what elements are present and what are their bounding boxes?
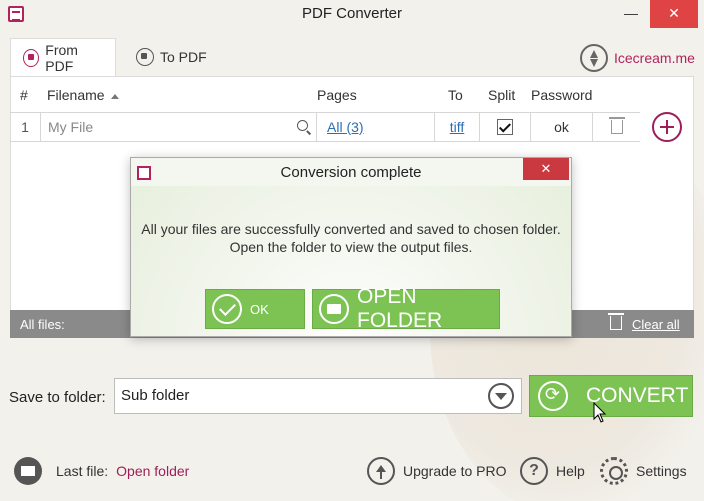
open-folder-label: OPEN FOLDER xyxy=(357,285,443,332)
header-filename-label: Filename xyxy=(47,87,105,103)
split-checkbox[interactable] xyxy=(497,119,513,135)
dialog-title-bar: Conversion complete ✕ xyxy=(131,158,571,186)
row-num: 1 xyxy=(21,119,29,135)
dialog-message: All your files are successfully converte… xyxy=(131,220,571,256)
close-button[interactable]: ✕ xyxy=(650,0,698,28)
from-pdf-icon xyxy=(23,48,40,67)
tab-to-pdf-label: To PDF xyxy=(160,49,207,65)
brand-label: Icecream.me xyxy=(614,50,695,66)
gear-icon xyxy=(600,457,628,485)
settings-label: Settings xyxy=(636,463,687,479)
all-files-label: All files: xyxy=(20,317,65,332)
open-folder-button[interactable]: OPEN FOLDER xyxy=(312,285,500,332)
save-folder-value: Sub folder xyxy=(121,387,190,404)
delete-cell xyxy=(592,113,640,141)
tab-to-pdf[interactable]: To PDF xyxy=(124,38,220,76)
upgrade-button[interactable]: Upgrade to PRO xyxy=(367,456,507,486)
upgrade-arrow-icon xyxy=(367,457,395,485)
last-file-group: Last file: Open folder xyxy=(14,456,189,486)
search-icon[interactable] xyxy=(297,120,308,131)
trash-icon[interactable] xyxy=(608,117,625,134)
header-split: Split xyxy=(488,87,516,103)
folder-icon xyxy=(319,294,349,324)
brand-link[interactable]: Icecream.me xyxy=(580,42,695,74)
sort-up-icon xyxy=(110,93,119,99)
split-cell xyxy=(479,113,530,141)
header-password: Password xyxy=(531,87,593,103)
filename-placeholder: My File xyxy=(48,119,94,135)
header-filename[interactable]: Filename xyxy=(47,87,119,103)
title-bar: PDF Converter — ✕ xyxy=(0,0,704,30)
refresh-icon xyxy=(538,381,568,411)
tab-from-pdf[interactable]: From PDF xyxy=(10,38,116,76)
folder-icon[interactable] xyxy=(14,457,42,485)
filename-input[interactable]: My File xyxy=(40,113,316,141)
password-cell[interactable]: ok xyxy=(530,113,592,141)
last-file-label: Last file: xyxy=(56,463,109,479)
save-to-folder-label: Save to folder: xyxy=(9,389,106,406)
dialog-message-line-2: Open the folder to view the output files… xyxy=(229,239,473,255)
clear-all-link[interactable]: Clear all xyxy=(632,317,680,332)
header-pages: Pages xyxy=(317,87,357,103)
upgrade-label: Upgrade to PRO xyxy=(403,463,507,479)
settings-button[interactable]: Settings xyxy=(600,456,687,486)
dialog-close-button[interactable]: ✕ xyxy=(523,158,569,180)
dialog-message-line-1: All your files are successfully converte… xyxy=(141,221,561,237)
minimize-button[interactable]: — xyxy=(608,0,654,28)
dialog-title: Conversion complete xyxy=(280,164,422,181)
add-file-button[interactable] xyxy=(652,112,682,142)
icecream-logo-icon xyxy=(580,44,608,72)
tab-from-pdf-label: From PDF xyxy=(45,41,78,74)
ok-label: OK xyxy=(250,301,269,317)
conversion-complete-dialog: Conversion complete ✕ All your files are… xyxy=(130,157,572,337)
table-header: # Filename Pages To Split Password xyxy=(10,84,640,110)
help-button[interactable]: Help xyxy=(520,456,585,486)
window-title: PDF Converter xyxy=(301,5,403,22)
ok-button[interactable]: OK xyxy=(205,289,305,329)
help-icon xyxy=(520,457,548,485)
chevron-down-icon[interactable] xyxy=(488,383,514,409)
to-cell: tiff xyxy=(434,113,479,141)
save-folder-select[interactable]: Sub folder xyxy=(114,378,522,414)
open-folder-link[interactable]: Open folder xyxy=(116,463,189,479)
table-row: 1 My File All (3) tiff ok xyxy=(10,112,640,142)
header-to: To xyxy=(448,87,463,103)
check-icon xyxy=(212,294,242,324)
pages-link[interactable]: All (3) xyxy=(327,119,364,135)
pages-cell: All (3) xyxy=(316,113,434,141)
convert-button[interactable]: CONVERT xyxy=(529,375,693,417)
help-label: Help xyxy=(556,463,585,479)
header-num: # xyxy=(20,87,28,103)
format-link[interactable]: tiff xyxy=(450,119,465,135)
clear-trash-icon[interactable] xyxy=(608,313,624,330)
to-pdf-icon xyxy=(136,48,154,66)
